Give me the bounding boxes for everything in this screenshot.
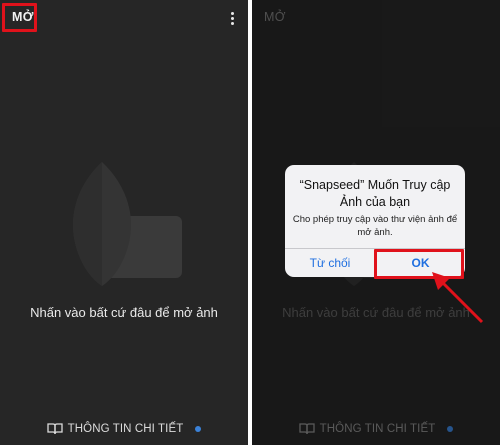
tap-to-open-hint[interactable]: Nhấn vào bất cứ đâu để mở ảnh xyxy=(0,305,248,320)
notification-dot xyxy=(195,426,202,432)
snapseed-logo xyxy=(72,162,182,286)
dialog-message: Cho phép truy cập vào thư viện ảnh để mở… xyxy=(291,213,459,239)
details-label: THÔNG TIN CHI TIẾT xyxy=(67,423,184,435)
book-icon xyxy=(46,423,63,435)
open-button-highlight xyxy=(2,3,37,32)
more-vertical-icon[interactable] xyxy=(227,12,237,26)
dialog-title-line: Ảnh của bạn xyxy=(339,195,411,209)
left-screen: MỞ Nhấn vào bất cứ đâu để mở ảnh THÔNG T… xyxy=(0,0,248,445)
right-screen: MỞ Nhấn vào bất cứ đâu để mở ảnh THÔNG T… xyxy=(252,0,500,445)
dialog-title-line: “Snapseed” Muốn Truy cập xyxy=(299,178,451,192)
details-bar[interactable]: THÔNG TIN CHI TIẾT xyxy=(0,420,248,438)
dialog-title: “Snapseed” Muốn Truy cập Ảnh của bạn xyxy=(293,177,457,211)
dialog-message-line: Cho phép truy cập vào thư viện ảnh để xyxy=(292,214,458,225)
deny-button[interactable]: Từ chối xyxy=(285,249,375,277)
arrow-icon xyxy=(432,272,484,324)
dialog-message-line: mở ảnh. xyxy=(357,227,393,238)
